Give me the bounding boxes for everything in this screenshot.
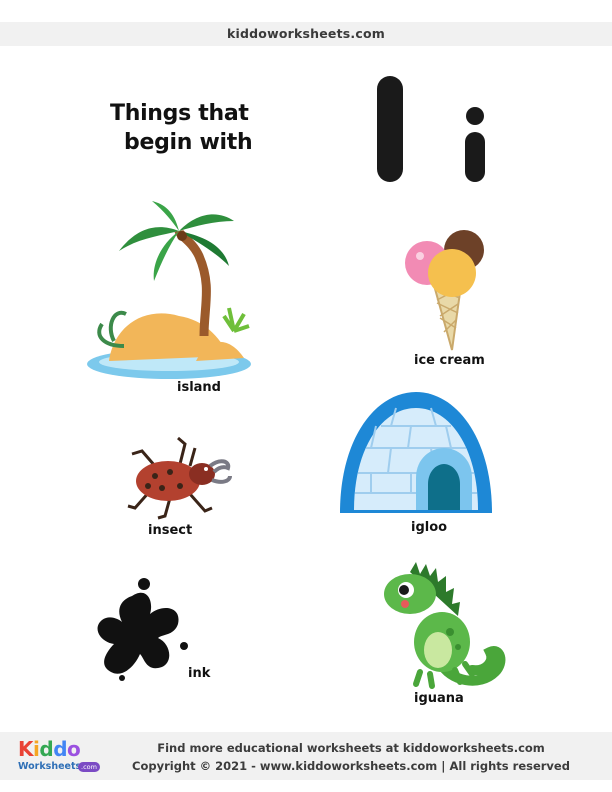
island-icon [87, 201, 251, 379]
igloo-icon [340, 392, 492, 513]
letter-i-graphic [377, 76, 485, 182]
label-insect: insect [148, 523, 193, 538]
footer-band: Kiddo Worksheets .com Find more educatio… [0, 732, 612, 780]
title-line-1: Things that [110, 101, 249, 126]
label-ink: ink [188, 666, 211, 681]
title-line-2: begin with [124, 130, 253, 155]
insect-icon [127, 436, 232, 520]
uppercase-i-letter [377, 76, 403, 182]
logo-word: Kiddo [18, 737, 81, 761]
footer-line-1: Find more educational worksheets at kidd… [157, 741, 545, 755]
footer-line-2: Copyright © 2021 - www.kiddoworksheets.c… [132, 759, 570, 773]
label-igloo: igloo [411, 520, 448, 535]
ice-cream-icon [405, 230, 484, 351]
iguana-icon [384, 562, 506, 689]
lowercase-i-dot [466, 107, 484, 125]
label-iguana: iguana [414, 691, 464, 706]
logo-subtext: Worksheets [18, 761, 82, 772]
label-island: island [177, 380, 221, 395]
ink-splat-icon [97, 578, 188, 681]
site-name: kiddoworksheets.com [227, 26, 385, 41]
header-band: kiddoworksheets.com [0, 22, 612, 46]
lowercase-i-stem [465, 132, 485, 182]
label-ice-cream: ice cream [414, 353, 485, 368]
